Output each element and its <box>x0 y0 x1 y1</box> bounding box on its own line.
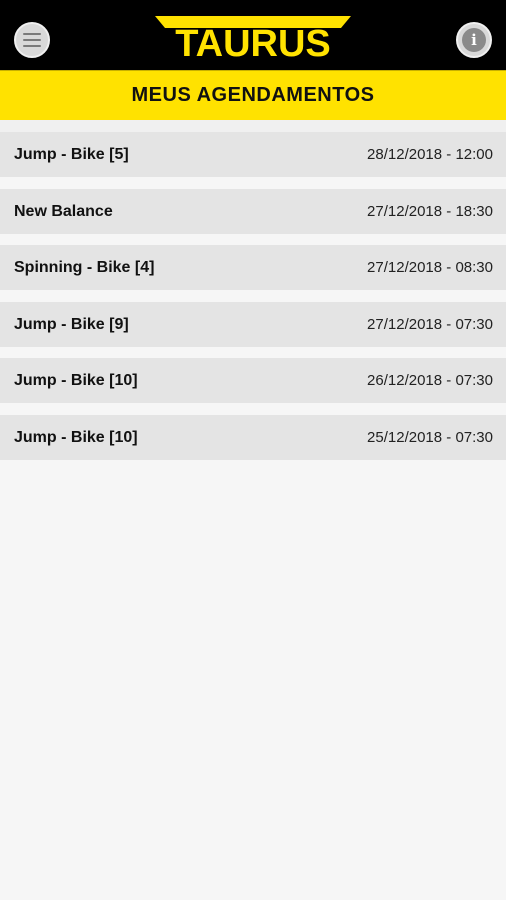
page-title-bar: MEUS AGENDAMENTOS <box>0 70 506 120</box>
taurus-logo: TAURUS <box>155 16 351 58</box>
hamburger-menu-icon <box>23 33 41 47</box>
appointment-name: Spinning - Bike [4] <box>14 258 155 276</box>
list-item[interactable]: New Balance 27/12/2018 - 18:30 <box>0 189 506 234</box>
brand-text: TAURUS <box>175 23 331 58</box>
list-item[interactable]: Jump - Bike [10] 25/12/2018 - 07:30 <box>0 415 506 460</box>
info-icon: i <box>462 28 486 52</box>
appointment-name: Jump - Bike [5] <box>14 145 129 163</box>
menu-button[interactable] <box>14 22 50 58</box>
appointment-datetime: 27/12/2018 - 07:30 <box>367 316 493 333</box>
appointment-name: Jump - Bike [10] <box>14 371 138 389</box>
appointment-datetime: 25/12/2018 - 07:30 <box>367 429 493 446</box>
list-item[interactable]: Spinning - Bike [4] 27/12/2018 - 08:30 <box>0 245 506 290</box>
info-button[interactable]: i <box>456 22 492 58</box>
list-top-spacer <box>0 120 506 132</box>
appointment-datetime: 27/12/2018 - 18:30 <box>367 203 493 220</box>
page-title: MEUS AGENDAMENTOS <box>131 84 375 106</box>
list-item[interactable]: Jump - Bike [5] 28/12/2018 - 12:00 <box>0 132 506 177</box>
appointment-datetime: 27/12/2018 - 08:30 <box>367 259 493 276</box>
appointment-datetime: 26/12/2018 - 07:30 <box>367 372 493 389</box>
appointment-datetime: 28/12/2018 - 12:00 <box>367 146 493 163</box>
list-item[interactable]: Jump - Bike [9] 27/12/2018 - 07:30 <box>0 302 506 347</box>
appointment-name: Jump - Bike [10] <box>14 428 138 446</box>
appointment-name: New Balance <box>14 202 113 220</box>
appointment-name: Jump - Bike [9] <box>14 315 129 333</box>
top-bar: TAURUS i <box>0 0 506 70</box>
list-item[interactable]: Jump - Bike [10] 26/12/2018 - 07:30 <box>0 358 506 403</box>
